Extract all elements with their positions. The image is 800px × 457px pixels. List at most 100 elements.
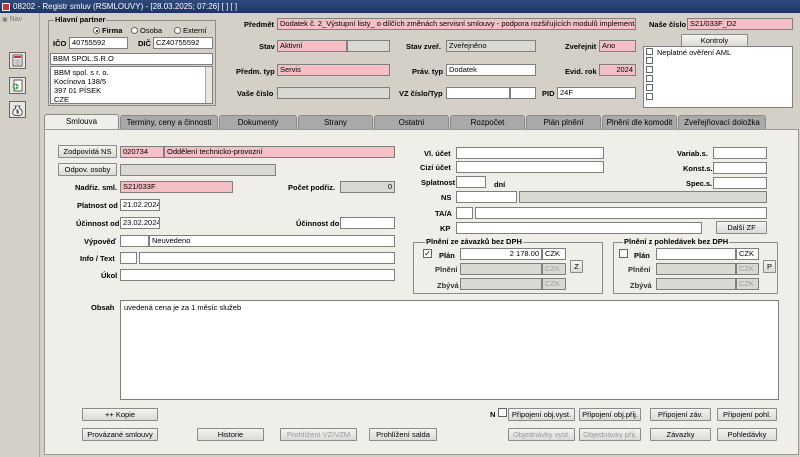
evid-rok-field[interactable]: 2024 xyxy=(599,64,636,76)
plus-document-icon[interactable] xyxy=(9,77,26,94)
zverejnit-field[interactable]: Ano xyxy=(599,40,636,52)
predmet-field[interactable]: Dodatek č. 2_Výstupní listy_ o dílčích z… xyxy=(277,18,636,30)
partner-address-box[interactable]: BBM spol. s r. o. Kocínova 138/5 397 01 … xyxy=(50,66,213,104)
kp-field[interactable] xyxy=(456,222,702,234)
tab-plneni-dle-komodit[interactable]: Plnění dle komodit xyxy=(602,115,677,129)
pripojeni-pohl-button[interactable]: Připojení pohl. xyxy=(717,408,777,421)
provazane-smlouvy-button[interactable]: Provázané smlouvy xyxy=(82,428,158,441)
vase-cislo-field[interactable] xyxy=(277,87,390,99)
radio-firma[interactable] xyxy=(93,27,100,34)
address-line: CZE xyxy=(54,95,69,104)
kontroly-item[interactable] xyxy=(646,93,790,102)
ico-field[interactable]: 40755592 xyxy=(69,37,128,49)
ns-code-field[interactable] xyxy=(456,191,517,203)
platnost-od-label: Platnost od xyxy=(77,201,118,210)
cizi-ucet-field[interactable] xyxy=(456,161,604,173)
vypoved-code-field[interactable] xyxy=(120,235,149,247)
kontroly-item[interactable] xyxy=(646,57,790,66)
ns-label: NS xyxy=(441,193,452,202)
nadriz-sml-field[interactable]: S21/033F xyxy=(120,181,233,193)
plan-zavazky-checkbox[interactable]: ✓ xyxy=(423,249,432,258)
pid-field[interactable]: 24F xyxy=(557,87,636,99)
pripojeni-obj-vyst-button[interactable]: Připojení obj.vyst. xyxy=(508,408,575,421)
prohlizeni-vz-button[interactable]: Prohlížení VZ/VZM xyxy=(280,428,357,441)
partner-name-field[interactable]: BBM SPOL.S.R.O xyxy=(50,53,213,65)
ucinnost-od-label: Účinnost od xyxy=(76,219,120,228)
kontroly-item[interactable] xyxy=(646,75,790,84)
konst-label: Konst.s. xyxy=(683,164,713,173)
cizi-ucet-label: Cizí účet xyxy=(420,163,451,172)
kp-label: KP xyxy=(440,224,451,233)
zbyva-zavazky-field xyxy=(460,278,542,290)
tab-dokumenty[interactable]: Dokumenty xyxy=(219,115,297,129)
dic-field[interactable]: CZ40755592 xyxy=(153,37,213,49)
splatnost-field[interactable] xyxy=(456,176,486,188)
variab-field[interactable] xyxy=(713,147,767,159)
vz-cislo-field[interactable] xyxy=(446,87,510,99)
plan-pohledavky-checkbox[interactable] xyxy=(619,249,628,258)
zverejnit-label: Zveřejnit xyxy=(565,42,597,51)
tab-smlouva[interactable]: Smlouva xyxy=(44,114,119,129)
document-icon[interactable] xyxy=(9,52,26,69)
vz-typ-field[interactable] xyxy=(510,87,536,99)
prav-typ-field[interactable]: Dodatek xyxy=(446,64,536,76)
kontroly-item[interactable] xyxy=(646,66,790,75)
zodpovida-ns-button[interactable]: Zodpovídá NS xyxy=(58,145,117,158)
platnost-od-field[interactable]: 21.02.2024 xyxy=(120,199,160,211)
zodpovida-ns-code-field[interactable]: 020734 xyxy=(120,146,164,158)
tab-terminy[interactable]: Terminy, ceny a činnosti xyxy=(120,115,218,129)
nase-cislo-label: Naše číslo xyxy=(649,20,687,29)
nase-cislo-field[interactable]: S21/033F_D2 xyxy=(687,18,793,30)
p-button[interactable]: P xyxy=(763,260,776,273)
tab-strany[interactable]: Strany xyxy=(298,115,373,129)
pohledavky-button[interactable]: Pohledávky xyxy=(717,428,777,441)
plan-zavazky-currency[interactable]: CZK xyxy=(542,248,566,260)
radio-osoba[interactable] xyxy=(131,27,138,34)
kontroly-item[interactable] xyxy=(646,84,790,93)
radio-externi[interactable] xyxy=(174,27,181,34)
plan-zavazky-field[interactable]: 2 178.00 xyxy=(460,248,542,260)
ucinnost-od-field[interactable]: 23.02.2024 xyxy=(120,217,160,229)
z-button[interactable]: Z xyxy=(570,260,583,273)
ucinnost-do-label: Účinnost do xyxy=(296,219,340,228)
vl-ucet-field[interactable] xyxy=(456,147,604,159)
n-checkbox[interactable] xyxy=(498,408,507,417)
ukol-field[interactable] xyxy=(120,269,395,281)
zodpovida-ns-name-field[interactable]: Oddělení technicko-provozní xyxy=(164,146,395,158)
tab-ostatni[interactable]: Ostatní xyxy=(374,115,449,129)
zavazky-button[interactable]: Závazky xyxy=(650,428,711,441)
obsah-label: Obsah xyxy=(91,303,115,312)
konst-field[interactable] xyxy=(713,162,767,174)
vypoved-field[interactable]: Neuvedeno xyxy=(149,235,395,247)
obsah-textarea[interactable]: uvedená cena je za 1 měsíc služeb xyxy=(120,300,779,400)
ucinnost-do-field[interactable] xyxy=(340,217,395,229)
kopie-button[interactable]: ++ Kopie xyxy=(82,408,158,421)
objednavky-vyst-button[interactable]: Objednávky vyst. xyxy=(508,428,575,441)
tab-rozpocet[interactable]: Rozpočet xyxy=(450,115,525,129)
prohlizeni-salda-button[interactable]: Prohlížení salda xyxy=(369,428,437,441)
ta-field[interactable] xyxy=(475,207,767,219)
ta-code-field[interactable] xyxy=(456,207,473,219)
info-text-field[interactable] xyxy=(139,252,395,264)
money-bag-icon[interactable]: $ xyxy=(9,101,26,118)
odpov-osoby-button[interactable]: Odpov. osoby xyxy=(58,163,117,176)
kontroly-list[interactable]: Neplatné ověření AML xyxy=(643,46,793,108)
pripojeni-zav-button[interactable]: Připojení záv. xyxy=(650,408,711,421)
historie-button[interactable]: Historie xyxy=(197,428,264,441)
tab-plan-plneni[interactable]: Plán plnění xyxy=(526,115,601,129)
predm-typ-field[interactable]: Servis xyxy=(277,64,390,76)
plan-pohledavky-field[interactable] xyxy=(656,248,736,260)
svg-text:$: $ xyxy=(16,110,19,116)
address-scrollbar[interactable] xyxy=(205,67,212,103)
objednavky-prij-button[interactable]: Objednávky přij. xyxy=(579,428,641,441)
stav-field[interactable]: Aktivní xyxy=(277,40,347,52)
plan-pohledavky-currency[interactable]: CZK xyxy=(736,248,759,260)
spec-field[interactable] xyxy=(713,177,767,189)
ns-name-field xyxy=(519,191,767,203)
kontroly-item[interactable]: Neplatné ověření AML xyxy=(646,48,790,57)
dalsi-zf-button[interactable]: Další ZF xyxy=(716,221,767,234)
tab-zverejnovaci-dolozka[interactable]: Zveřejňovací doložka xyxy=(678,115,766,129)
ukol-label: Úkol xyxy=(101,271,118,280)
info-code-field[interactable] xyxy=(120,252,137,264)
pripojeni-obj-prij-button[interactable]: Připojení obj.přij. xyxy=(579,408,641,421)
